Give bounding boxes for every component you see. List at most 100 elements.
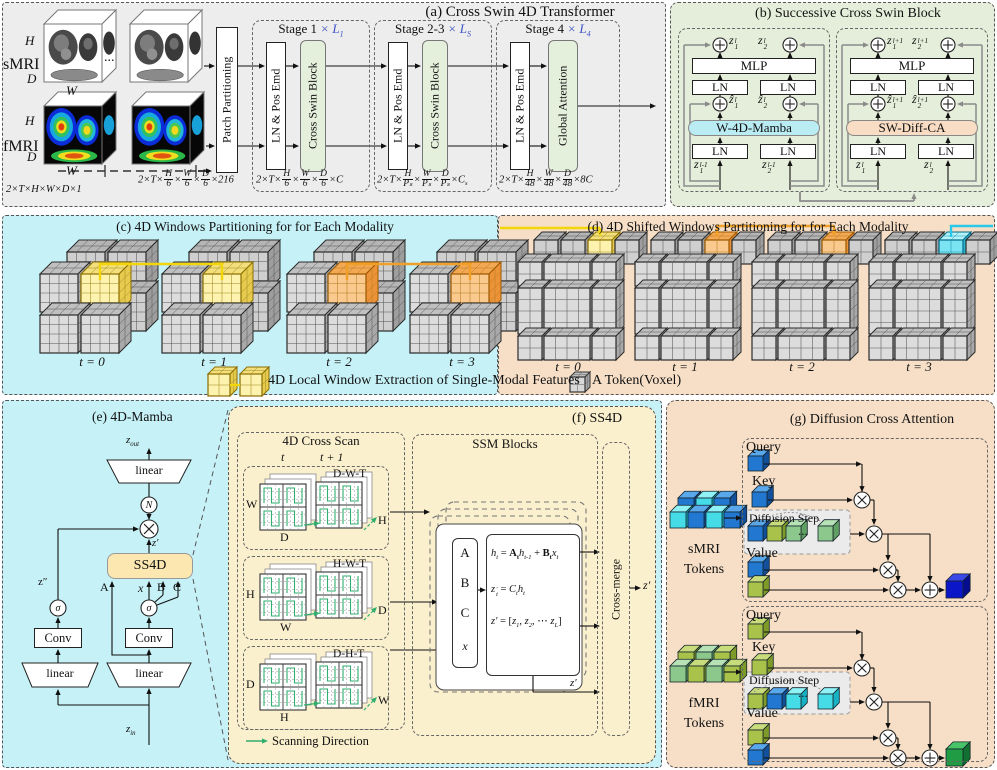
e-zin-label: zin: [126, 723, 136, 738]
b2-z2-mid: ẑl+12: [912, 93, 928, 109]
scan2-diag-axis: D: [378, 604, 387, 618]
abc-x: x: [462, 640, 467, 654]
e-conv-left-box: Conv: [34, 628, 82, 648]
e-A-label: A: [100, 581, 109, 595]
scan3-diag-axis: W: [378, 694, 389, 708]
legend-window-label: 4D Local Window Extraction of Single-Mod…: [268, 373, 580, 389]
abc-C: C: [461, 606, 470, 621]
smri-d-axis: D: [27, 72, 36, 87]
c-t2-label: t = 2: [326, 355, 351, 370]
fmri-tokens-label-2: Tokens: [684, 716, 724, 732]
scan3-tag: D-H-T: [333, 648, 364, 661]
g1-diff-dots: ...: [798, 524, 808, 539]
scan1-left-axis: W: [246, 498, 257, 512]
b2-z1-mid: ẑl+11: [887, 93, 903, 109]
fmri-w-axis: W: [66, 164, 77, 179]
b2-z1-top: zl+11: [887, 34, 903, 50]
ssm-blocks-title: SSM Blocks: [472, 437, 537, 452]
figure-root: Nσσ (a) Cross Swin 4D Transformer sMRI f…: [0, 0, 997, 770]
b2-z1-bot: zl1: [856, 158, 865, 174]
smri-tokens-label-2: Tokens: [684, 562, 724, 578]
smri-w-axis: W: [66, 84, 77, 99]
dim-stage4: 2×T×H48×W48×D48×8C: [499, 170, 593, 190]
dim-input: 2×T×H×W×D×1: [6, 184, 82, 196]
ss4d-box: SS4D: [107, 553, 193, 579]
g1-value-label: Value: [746, 546, 778, 562]
b1-z1-mid: ẑl1: [729, 93, 738, 109]
dim-after-patch: 2×T×H6×W6×D6×216: [138, 170, 234, 190]
scan2-bottom-axis: W: [280, 621, 291, 635]
scan-t-label: t: [281, 451, 284, 465]
e-B-label: B: [157, 581, 165, 595]
fmri-d-axis: D: [27, 150, 36, 165]
abc-A: A: [460, 546, 469, 561]
g2-query-label: Query: [746, 608, 781, 624]
b1-z1-top: zl1: [729, 34, 738, 50]
patch-partitioning-box: Patch Partitioning: [216, 27, 238, 173]
g1-diffstep-label: Diffusion Step: [749, 512, 819, 526]
cross-merge-box: Cross-merge: [602, 442, 630, 736]
smri-dots: ...: [104, 50, 115, 66]
panel-c: [2, 215, 498, 395]
stage4-ln-posemd-box: LN & Pos Emd: [510, 42, 530, 170]
g2-value-label: Value: [746, 706, 778, 722]
ssm-zprime-out-label: z′: [570, 677, 577, 690]
panel-a-title: (a) Cross Swin 4D Transformer: [425, 4, 614, 21]
ssm-eq2: z′t = Ctht: [491, 584, 525, 598]
stage2-3-title: Stage 2-3 × LS: [395, 22, 471, 39]
scanning-direction-label: Scanning Direction: [272, 734, 369, 748]
ssm-eq3: z′ = [z1, z2, ⋯ zL]: [491, 616, 562, 630]
scan2-left-axis: H: [246, 588, 255, 602]
g1-key-label: Key: [752, 474, 775, 490]
panel-b-title: (b) Successive Cross Swin Block: [755, 6, 941, 22]
dim-stage1: 2×T×H6×W6×D6×C: [256, 170, 343, 190]
cross-scan-title: 4D Cross Scan: [282, 434, 359, 449]
stage1-title: Stage 1 × L1: [278, 22, 343, 39]
e-linear-right-label: linear: [135, 667, 162, 681]
g2-diffstep-label: Diffusion Step: [749, 674, 819, 688]
dim-stage2-3: 2×T×HPₛ×WPₛ×DPₛ×Cs: [377, 170, 468, 190]
d-t2-label: t = 2: [789, 360, 814, 375]
stage4-global-attention-block: Global Attention: [548, 40, 578, 172]
e-conv-right-box: Conv: [125, 628, 173, 648]
e-linear-top-label: linear: [135, 464, 162, 478]
ln-box: LN: [760, 80, 816, 95]
mlp-box-2: MLP: [850, 58, 974, 74]
scan1-bottom-axis: D: [280, 531, 289, 545]
fmri-h-axis: H: [25, 114, 34, 129]
scan1-diag-axis: H: [378, 514, 387, 528]
g2-diff-dots: ...: [798, 686, 808, 701]
b1-z1-bot: zl-11: [694, 158, 708, 174]
b1-z2-bot: zl-12: [762, 158, 776, 174]
ln-box: LN: [692, 80, 748, 95]
smri-tokens-label-1: sMRI: [688, 542, 720, 558]
w-4d-mamba-box: W-4D-Mamba: [688, 120, 820, 136]
d-t3-label: t = 3: [906, 360, 931, 375]
panel-g-title: (g) Diffusion Cross Attention: [790, 412, 954, 428]
c-t0-label: t = 0: [79, 355, 104, 370]
panel-f-title: (f) SS4D: [572, 411, 622, 427]
scan1-box: [243, 466, 389, 550]
stage1-cross-swin-block: Cross Swin Block: [300, 40, 326, 172]
stage2-3-ln-posemd-box: LN & Pos Emd: [388, 42, 408, 170]
scan3-bottom-axis: H: [280, 711, 289, 725]
b1-z2-mid: ẑl2: [758, 93, 767, 109]
e-zprime-label: z′: [152, 538, 158, 550]
b2-z2-top: zl+12: [912, 34, 928, 50]
e-zdprime-label: z″: [38, 576, 47, 589]
fmri-dots: ...: [106, 132, 117, 148]
ssm-eq1: ht = Atht-1 + Btxt: [491, 548, 558, 562]
g2-key-label: Key: [752, 640, 775, 656]
stage4-title: Stage 4 × L4: [525, 22, 590, 39]
scan3-box: [243, 646, 389, 730]
stage2-3-cross-swin-block: Cross Swin Block: [422, 40, 448, 172]
panel-e-title: (e) 4D-Mamba: [92, 409, 173, 425]
e-linear-left-label: linear: [46, 667, 73, 681]
scan1-tag: D-W-T: [333, 468, 366, 481]
c-t3-label: t = 3: [449, 355, 474, 370]
fmri-tokens-label-1: fMRI: [688, 696, 719, 712]
b1-z2-top: zl2: [758, 34, 767, 50]
abc-B: B: [461, 576, 470, 591]
mlp-box-1: MLP: [692, 58, 816, 74]
e-C-label: C: [173, 581, 181, 595]
